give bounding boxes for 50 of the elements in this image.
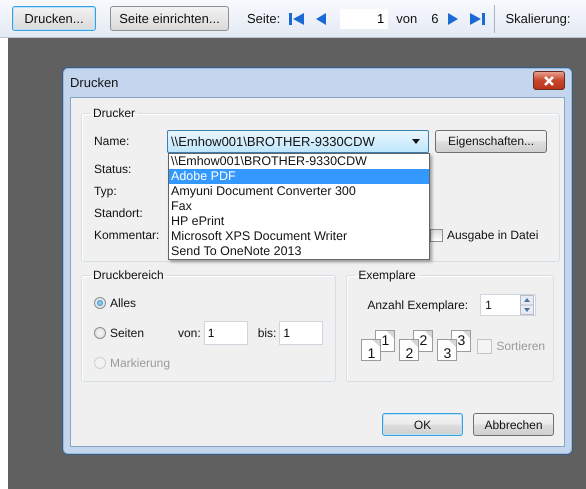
dropdown-option[interactable]: \\Emhow001\BROTHER-9330CDW [169, 154, 429, 168]
group-title: Drucker [92, 106, 136, 120]
field-label: Kommentar: [94, 228, 160, 242]
from-label: von: [178, 326, 201, 340]
dialog-button[interactable]: Abbrechen [473, 413, 554, 436]
group-title: Druckbereich [92, 268, 165, 282]
close-icon [543, 76, 555, 86]
to-label: bis: [258, 326, 276, 340]
page-number-field[interactable]: 1 [340, 8, 388, 28]
print-to-file-label: Ausgabe in Datei [447, 228, 538, 242]
close-button[interactable] [533, 71, 565, 90]
printer-dropdown[interactable]: \\Emhow001\BROTHER-9330CDW [167, 130, 429, 152]
radio-label: Alles [110, 296, 138, 310]
dropdown-option[interactable]: Send To OneNote 2013 [169, 244, 429, 258]
from-page-field[interactable]: 1 [204, 321, 248, 345]
dropdown-option[interactable]: HP ePrint [169, 214, 429, 228]
collate-label: Sortieren [496, 339, 546, 353]
collate-page: 1 [361, 339, 382, 361]
radio-label: Seiten [110, 326, 146, 340]
last-page-icon[interactable] [468, 12, 486, 26]
to-page-field[interactable]: 1 [279, 321, 324, 345]
collate-page: 2 [399, 339, 420, 361]
previous-page-icon[interactable] [314, 12, 328, 26]
checkbox[interactable] [430, 228, 443, 242]
dialog-button[interactable]: OK [382, 413, 463, 436]
scale-label: Skalierung: [505, 11, 570, 26]
field-label: Standort: [94, 206, 144, 220]
radio-button[interactable] [94, 297, 106, 309]
dropdown-option[interactable]: Amyuni Document Converter 300 [169, 184, 429, 198]
print-button[interactable]: Drucken... [12, 6, 96, 31]
dropdown-option[interactable]: Microsoft XPS Document Writer [169, 228, 429, 244]
field-label: Name: [94, 134, 130, 148]
page-label: Seite: [247, 11, 280, 26]
of-label: von [396, 11, 418, 26]
properties-button[interactable]: Eigenschaften... [435, 130, 547, 152]
radio-button[interactable] [94, 327, 106, 339]
spinner-arrows-icon [520, 295, 534, 315]
window-title: Drucken [70, 75, 118, 90]
copies-label: Anzahl Exemplare: [367, 298, 468, 312]
collate-page: 3 [437, 339, 458, 361]
group-title: Exemplare [357, 268, 417, 282]
caret-icon [412, 138, 420, 144]
page-count: 6 [431, 11, 438, 26]
next-page-icon[interactable] [446, 12, 460, 26]
copies-spinner[interactable]: 1 [480, 294, 536, 316]
page-setup-button[interactable]: Seite einrichten... [110, 6, 229, 31]
field-label: Status: [94, 162, 132, 176]
dropdown-option[interactable]: Fax [169, 198, 429, 214]
field-label: Typ: [94, 184, 118, 198]
first-page-icon[interactable] [288, 12, 306, 26]
